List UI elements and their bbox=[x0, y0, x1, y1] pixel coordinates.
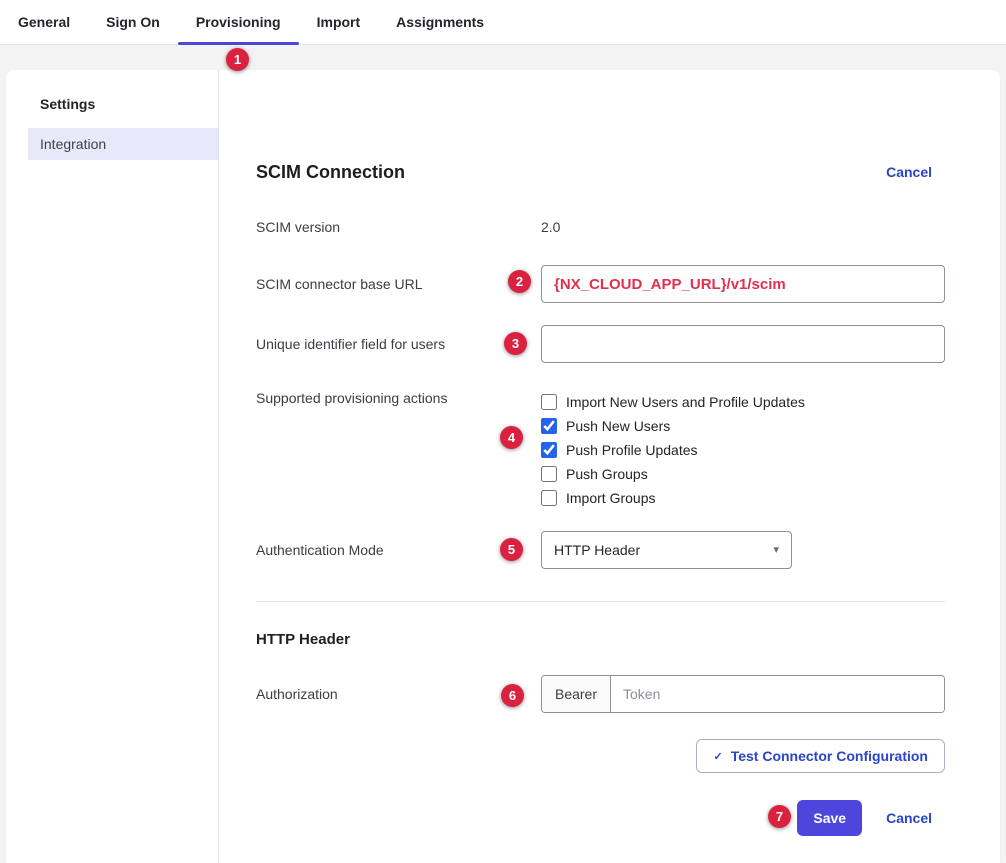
provisioning-card: Settings Integration SCIM Connection Can… bbox=[6, 70, 1000, 863]
annotation-badge-6: 6 bbox=[501, 684, 524, 707]
auth-mode-select[interactable]: HTTP Header ▾ bbox=[541, 531, 792, 569]
authorization-input-group: Bearer bbox=[541, 675, 945, 713]
save-button[interactable]: Save bbox=[797, 800, 862, 836]
unique-identifier-input[interactable] bbox=[541, 325, 945, 363]
checkbox-import-groups-input[interactable] bbox=[541, 490, 557, 506]
tab-provisioning[interactable]: Provisioning bbox=[178, 0, 299, 44]
checkbox-label: Push New Users bbox=[566, 418, 670, 434]
tab-sign-on[interactable]: Sign On bbox=[88, 0, 178, 44]
scim-version-row: SCIM version 2.0 bbox=[256, 217, 945, 237]
annotation-badge-4: 4 bbox=[500, 426, 523, 449]
auth-mode-label: Authentication Mode bbox=[256, 542, 541, 558]
provisioning-actions-group: Import New Users and Profile Updates Pus… bbox=[541, 390, 805, 510]
auth-mode-row: Authentication Mode HTTP Header ▾ bbox=[256, 531, 945, 569]
checkmark-icon: ✓ bbox=[713, 750, 722, 763]
provisioning-actions-row: Supported provisioning actions Import Ne… bbox=[256, 390, 945, 510]
cancel-button-bottom[interactable]: Cancel bbox=[886, 810, 932, 826]
scim-version-label: SCIM version bbox=[256, 219, 541, 235]
test-connector-label: Test Connector Configuration bbox=[731, 748, 928, 764]
scim-connection-form: SCIM Connection Cancel SCIM version 2.0 … bbox=[219, 70, 1000, 863]
authorization-row: Authorization Bearer bbox=[256, 675, 945, 713]
annotation-badge-2: 2 bbox=[508, 270, 531, 293]
app-tabbar: General Sign On Provisioning Import Assi… bbox=[0, 0, 1006, 45]
checkbox-label: Push Groups bbox=[566, 466, 648, 482]
sidebar-item-integration[interactable]: Integration bbox=[28, 128, 218, 160]
checkbox-label: Import New Users and Profile Updates bbox=[566, 394, 805, 410]
unique-identifier-row: Unique identifier field for users bbox=[256, 325, 945, 363]
annotation-badge-5: 5 bbox=[500, 538, 523, 561]
checkbox-push-groups[interactable]: Push Groups bbox=[541, 462, 805, 486]
annotation-badge-3: 3 bbox=[504, 332, 527, 355]
auth-mode-selected-value: HTTP Header bbox=[554, 542, 640, 558]
scim-version-value: 2.0 bbox=[541, 219, 560, 235]
form-header: SCIM Connection Cancel bbox=[256, 161, 945, 183]
checkbox-label: Import Groups bbox=[566, 490, 655, 506]
checkbox-import-groups[interactable]: Import Groups bbox=[541, 486, 805, 510]
checkbox-label: Push Profile Updates bbox=[566, 442, 698, 458]
cancel-link-top[interactable]: Cancel bbox=[886, 164, 932, 180]
page-title: SCIM Connection bbox=[256, 162, 405, 183]
base-url-input[interactable] bbox=[541, 265, 945, 303]
chevron-down-icon: ▾ bbox=[773, 545, 779, 556]
checkbox-push-groups-input[interactable] bbox=[541, 466, 557, 482]
checkbox-push-new-users[interactable]: Push New Users bbox=[541, 414, 805, 438]
unique-identifier-label: Unique identifier field for users bbox=[256, 336, 541, 352]
section-divider bbox=[256, 601, 945, 602]
tab-assignments[interactable]: Assignments bbox=[378, 0, 502, 44]
sidebar-heading: Settings bbox=[28, 96, 218, 116]
annotation-badge-1: 1 bbox=[226, 48, 249, 71]
test-connector-button[interactable]: ✓ Test Connector Configuration bbox=[696, 739, 945, 773]
token-input[interactable] bbox=[611, 676, 944, 712]
annotation-badge-7: 7 bbox=[768, 805, 791, 828]
checkbox-import-new-users-input[interactable] bbox=[541, 394, 557, 410]
provisioning-actions-label: Supported provisioning actions bbox=[256, 390, 541, 406]
tab-general[interactable]: General bbox=[0, 0, 88, 44]
authorization-label: Authorization bbox=[256, 686, 541, 702]
checkbox-push-new-users-input[interactable] bbox=[541, 418, 557, 434]
base-url-row: SCIM connector base URL bbox=[256, 265, 945, 303]
checkbox-push-profile-updates[interactable]: Push Profile Updates bbox=[541, 438, 805, 462]
form-actions-row: Save Cancel bbox=[256, 800, 945, 836]
bearer-prefix: Bearer bbox=[542, 676, 611, 712]
checkbox-import-new-users[interactable]: Import New Users and Profile Updates bbox=[541, 390, 805, 414]
test-connector-row: ✓ Test Connector Configuration bbox=[256, 739, 945, 773]
base-url-label: SCIM connector base URL bbox=[256, 276, 541, 292]
tab-import[interactable]: Import bbox=[299, 0, 379, 44]
checkbox-push-profile-updates-input[interactable] bbox=[541, 442, 557, 458]
http-header-section-title: HTTP Header bbox=[256, 631, 945, 651]
settings-sidebar: Settings Integration bbox=[6, 70, 219, 863]
